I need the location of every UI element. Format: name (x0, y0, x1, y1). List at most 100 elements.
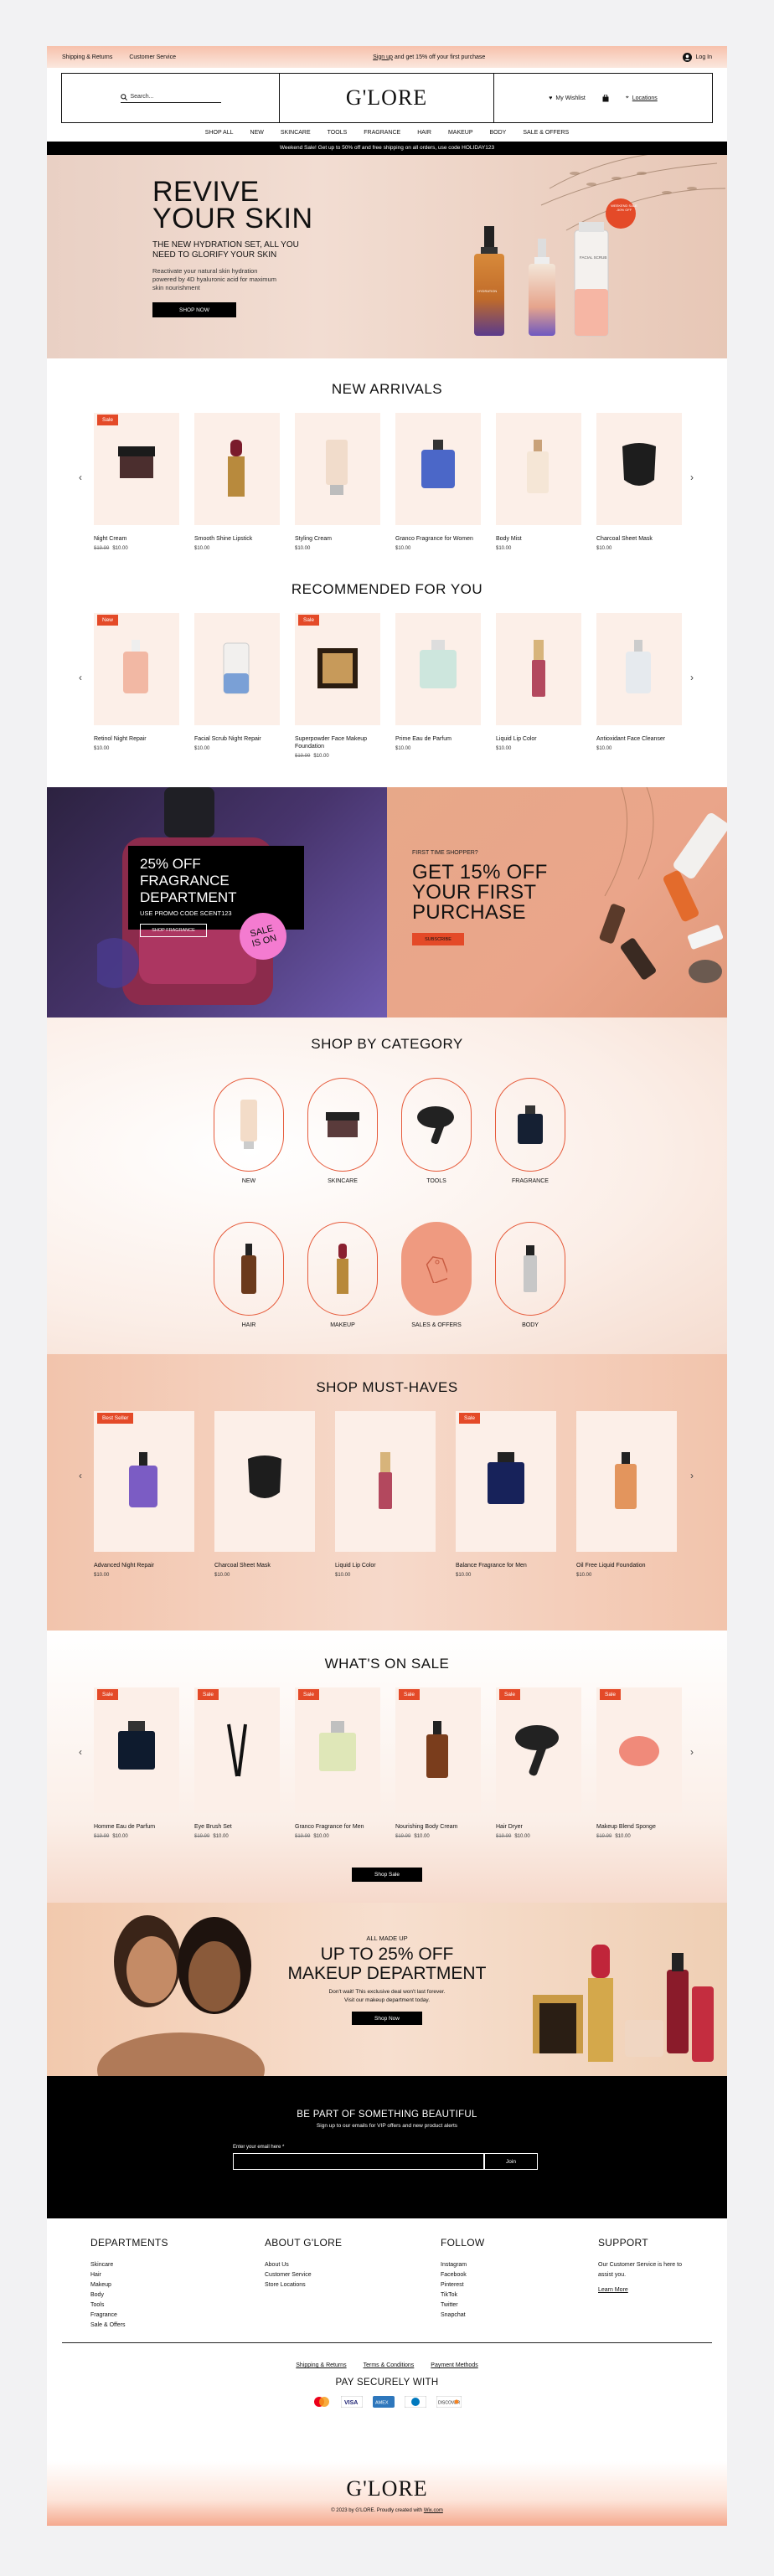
product-image[interactable]: Sale (295, 1687, 380, 1813)
product-name[interactable]: Antioxidant Face Cleanser (596, 735, 682, 743)
shipping-returns-link[interactable]: Shipping & Returns (296, 2362, 346, 2368)
product-name[interactable]: Advanced Night Repair (94, 1562, 194, 1569)
category-makeup[interactable]: MAKEUP (305, 1222, 380, 1328)
customer-service-link[interactable]: Customer Service (129, 54, 176, 60)
footer-social-link[interactable]: Facebook (441, 2270, 484, 2280)
brand-logo[interactable]: G'LORE (346, 85, 427, 111)
product-card[interactable]: Sale Nourishing Body Cream $19.99 $10.00 (395, 1687, 481, 1839)
product-name[interactable]: Night Cream (94, 535, 179, 543)
hero-shop-now-button[interactable]: SHOP NOW (152, 302, 236, 317)
product-card[interactable]: New Retinol Night Repair $10.00 (94, 613, 179, 751)
carousel-next-arrow[interactable]: › (690, 471, 694, 483)
learn-more-link[interactable]: Learn More (598, 2285, 682, 2295)
product-card[interactable]: Styling Cream $10.00 (295, 413, 380, 551)
product-image[interactable] (395, 613, 481, 725)
shop-sale-button[interactable]: Shop Sale (352, 1868, 422, 1882)
product-name[interactable]: Charcoal Sheet Mask (214, 1562, 315, 1569)
product-card[interactable]: Sale Makeup Blend Sponge $19.99 $10.00 (596, 1687, 682, 1839)
nav-item-skincare[interactable]: SKINCARE (281, 130, 311, 136)
product-image[interactable] (295, 413, 380, 525)
carousel-next-arrow[interactable]: › (690, 1746, 694, 1758)
footer-link[interactable]: Skincare (90, 2260, 168, 2270)
product-card[interactable]: Sale Balance Fragrance for Men $10.00 (456, 1411, 556, 1578)
payment-methods-link[interactable]: Payment Methods (431, 2362, 477, 2368)
carousel-next-arrow[interactable]: › (690, 672, 694, 683)
user-icon[interactable] (682, 52, 692, 62)
subscribe-button[interactable]: SUBSCRIBE (412, 933, 464, 945)
cart-button[interactable] (602, 94, 609, 102)
footer-logo[interactable]: G'LORE (47, 2476, 727, 2501)
category-new[interactable]: NEW (211, 1078, 286, 1184)
product-name[interactable]: Granco Fragrance for Women (395, 535, 481, 543)
nav-item-new[interactable]: NEW (250, 130, 264, 136)
category-body[interactable]: BODY (493, 1222, 568, 1328)
product-image[interactable]: Sale (94, 1687, 179, 1813)
product-card[interactable]: Sale Night Cream $19.99 $10.00 (94, 413, 179, 551)
product-card[interactable]: Sale Eye Brush Set $19.99 $10.00 (194, 1687, 280, 1839)
carousel-prev-arrow[interactable]: ‹ (79, 1746, 82, 1758)
login-link[interactable]: Log In (696, 54, 712, 60)
signup-link[interactable]: Sign up (373, 54, 393, 60)
product-image[interactable] (596, 413, 682, 525)
product-name[interactable]: Liquid Lip Color (496, 735, 581, 743)
product-card[interactable]: Smooth Shine Lipstick $10.00 (194, 413, 280, 551)
email-input[interactable] (233, 2153, 484, 2170)
product-card[interactable]: Liquid Lip Color $10.00 (496, 613, 581, 751)
nav-item-body[interactable]: BODY (490, 130, 507, 136)
product-image[interactable]: Sale (94, 413, 179, 525)
footer-link[interactable]: Customer Service (265, 2270, 342, 2280)
product-card[interactable]: Sale Superpowder Face Makeup Foundation $1… (295, 613, 380, 759)
nav-item-makeup[interactable]: MAKEUP (448, 130, 473, 136)
product-card[interactable]: Charcoal Sheet Mask $10.00 (596, 413, 682, 551)
product-name[interactable]: Oil Free Liquid Foundation (576, 1562, 677, 1569)
product-image[interactable]: Sale (295, 613, 380, 725)
product-name[interactable]: Makeup Blend Sponge (596, 1823, 682, 1831)
footer-social-link[interactable]: TikTok (441, 2290, 484, 2300)
category-hair[interactable]: HAIR (211, 1222, 286, 1328)
nav-item-tools[interactable]: TOOLS (328, 130, 348, 136)
product-name[interactable]: Facial Scrub Night Repair (194, 735, 280, 743)
product-card[interactable]: Granco Fragrance for Women $10.00 (395, 413, 481, 551)
product-name[interactable]: Charcoal Sheet Mask (596, 535, 682, 543)
product-image[interactable]: Sale (395, 1687, 481, 1813)
nav-item-hair[interactable]: HAIR (417, 130, 431, 136)
product-name[interactable]: Superpowder Face Makeup Foundation (295, 735, 380, 750)
join-button[interactable]: Join (484, 2153, 538, 2170)
product-card[interactable]: Prime Eau de Parfum $10.00 (395, 613, 481, 751)
product-image[interactable] (214, 1411, 315, 1552)
product-image[interactable] (596, 613, 682, 725)
footer-social-link[interactable]: Twitter (441, 2300, 484, 2311)
product-image[interactable]: Best Seller (94, 1411, 194, 1552)
carousel-prev-arrow[interactable]: ‹ (79, 1470, 82, 1481)
footer-link[interactable]: Makeup (90, 2280, 168, 2290)
product-card[interactable]: Sale Hair Dryer $19.99 $10.00 (496, 1687, 581, 1839)
carousel-next-arrow[interactable]: › (690, 1470, 694, 1481)
category-sales-offers[interactable]: SALES & OFFERS (399, 1222, 474, 1328)
product-name[interactable]: Granco Fragrance for Men (295, 1823, 380, 1831)
product-image[interactable]: New (94, 613, 179, 725)
category-fragrance[interactable]: FRAGRANCE (493, 1078, 568, 1184)
carousel-prev-arrow[interactable]: ‹ (79, 672, 82, 683)
product-name[interactable]: Liquid Lip Color (335, 1562, 436, 1569)
footer-link[interactable]: Store Locations (265, 2280, 342, 2290)
product-image[interactable]: Sale (194, 1687, 280, 1813)
locations-link[interactable]: ⌖ Locations (626, 95, 658, 101)
makeup-shop-now-button[interactable]: Shop Now (352, 2012, 422, 2025)
product-card[interactable]: Sale Homme Eau de Parfum $19.99 $10.00 (94, 1687, 179, 1839)
product-card[interactable]: Charcoal Sheet Mask $10.00 (214, 1411, 315, 1578)
nav-item-fragrance[interactable]: FRAGRANCE (364, 130, 400, 136)
footer-social-link[interactable]: Instagram (441, 2260, 484, 2270)
shop-fragrance-button[interactable]: SHOP FRAGRANCE (140, 924, 207, 937)
terms-link[interactable]: Terms & Conditions (364, 2362, 415, 2368)
category-tools[interactable]: TOOLS (399, 1078, 474, 1184)
product-image[interactable] (335, 1411, 436, 1552)
footer-link[interactable]: Hair (90, 2270, 168, 2280)
search-input[interactable]: Search... (120, 93, 221, 103)
footer-link[interactable]: Body (90, 2290, 168, 2300)
product-name[interactable]: Hair Dryer (496, 1823, 581, 1831)
product-name[interactable]: Smooth Shine Lipstick (194, 535, 280, 543)
footer-social-link[interactable]: Pinterest (441, 2280, 484, 2290)
footer-social-link[interactable]: Snapchat (441, 2311, 484, 2321)
product-image[interactable] (395, 413, 481, 525)
wix-link[interactable]: Wix.com (424, 2508, 443, 2513)
